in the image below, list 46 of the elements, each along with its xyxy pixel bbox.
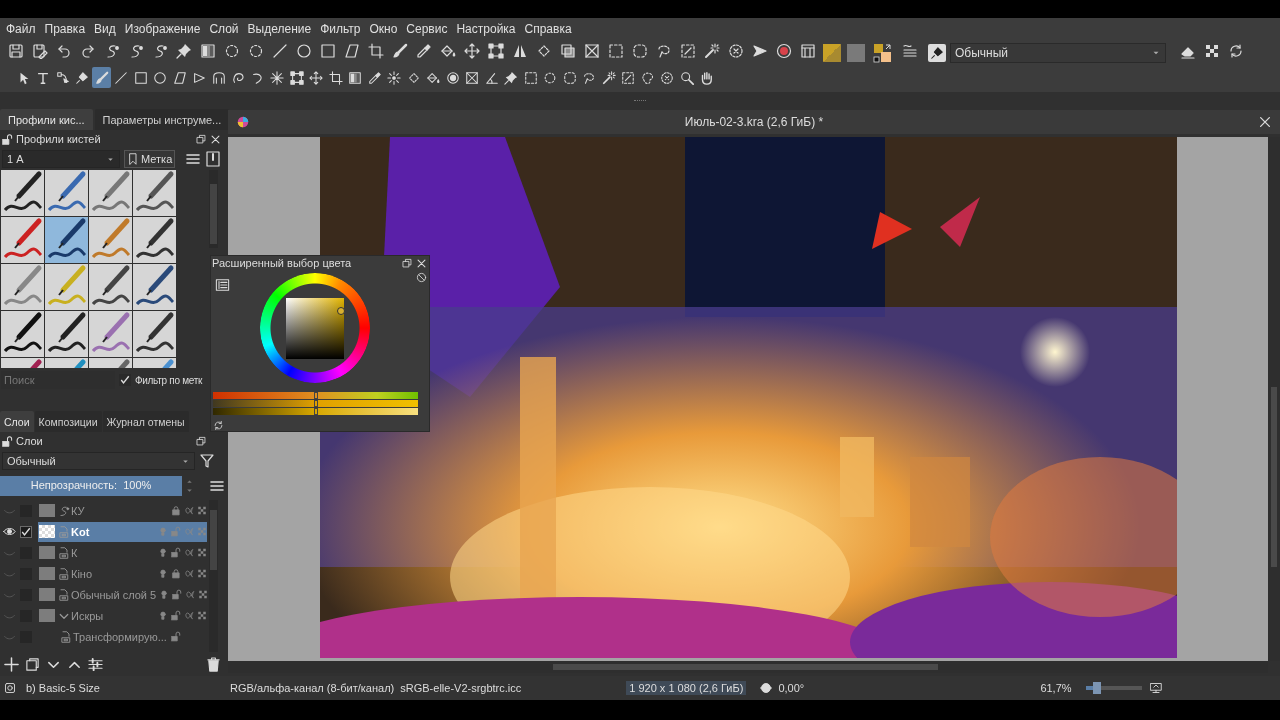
panel-title: Расширенный выбор цвета bbox=[212, 257, 352, 269]
menu-item[interactable]: Слой bbox=[205, 22, 243, 36]
docker-tab[interactable]: Параметры инструме... bbox=[94, 109, 230, 130]
menu-item[interactable]: Выделение bbox=[243, 22, 316, 36]
blend-mode-dropdown[interactable]: Обычный bbox=[950, 42, 1166, 63]
rotation-angle: 0,00° bbox=[778, 682, 806, 694]
layer-row[interactable]: Трансформирую... bbox=[38, 626, 207, 647]
opacity-slider[interactable]: Непрозрачность: 100% bbox=[0, 476, 183, 496]
menu-item[interactable]: Правка bbox=[40, 22, 90, 36]
preset-set-dropdown[interactable]: 1 А bbox=[2, 150, 120, 168]
docker-tab[interactable]: Журнал отмены bbox=[102, 411, 189, 432]
layer-row[interactable]: Искры bbox=[38, 605, 207, 626]
docker-title: Слои bbox=[16, 435, 43, 447]
menu-item[interactable]: Окно bbox=[365, 22, 402, 36]
menu-item[interactable]: Справка bbox=[520, 22, 576, 36]
image-size[interactable]: 1 920 x 1 080 (2,6 ГиБ) bbox=[626, 681, 747, 695]
menu-item[interactable]: Файл bbox=[2, 22, 40, 36]
menu-item[interactable]: Настройка bbox=[452, 22, 520, 36]
brush-name: b) Basic-5 Size bbox=[26, 682, 101, 694]
tag-button[interactable]: Метка bbox=[124, 150, 176, 168]
layer-row[interactable]: К bbox=[38, 542, 207, 563]
menu-item[interactable]: Фильтр bbox=[316, 22, 365, 36]
menu-item[interactable]: Сервис bbox=[402, 22, 452, 36]
menu-item[interactable]: Вид bbox=[90, 22, 120, 36]
layer-name: Кіно bbox=[71, 567, 94, 580]
layer-row[interactable]: КУ bbox=[38, 500, 207, 521]
color-profile: sRGB-elle-V2-srgbtrc.icc bbox=[400, 682, 523, 694]
layer-row[interactable]: Обычный слой 5 bbox=[38, 584, 207, 605]
layer-name: Kot bbox=[71, 525, 91, 538]
menu-item[interactable]: Изображение bbox=[120, 22, 205, 36]
layer-name: К bbox=[71, 546, 79, 559]
filter-label: Фильтр по метк bbox=[135, 374, 202, 386]
layer-row[interactable]: Kot bbox=[38, 521, 207, 542]
layer-name: Трансформирую... bbox=[73, 630, 168, 643]
layer-name: Обычный слой 5 bbox=[71, 588, 157, 601]
document-tab[interactable]: Июль-02-3.kra (2,6 ГиБ) * bbox=[228, 110, 1280, 134]
docker-title: Профили кистей bbox=[16, 133, 101, 145]
zoom-level: 61,7% bbox=[1040, 682, 1072, 694]
color-space: RGB/альфа-канал (8-бит/канал) bbox=[230, 682, 395, 694]
blend-mode-dropdown[interactable]: Обычный bbox=[2, 452, 195, 470]
layer-row[interactable]: Кіно bbox=[38, 563, 207, 584]
docker-tab[interactable]: Композиции bbox=[34, 411, 102, 432]
layer-name: Искры bbox=[71, 609, 105, 622]
layer-name: КУ bbox=[71, 504, 86, 517]
docker-tab[interactable]: Профили кис... bbox=[0, 109, 93, 130]
docker-tab[interactable]: Слои bbox=[0, 411, 34, 432]
